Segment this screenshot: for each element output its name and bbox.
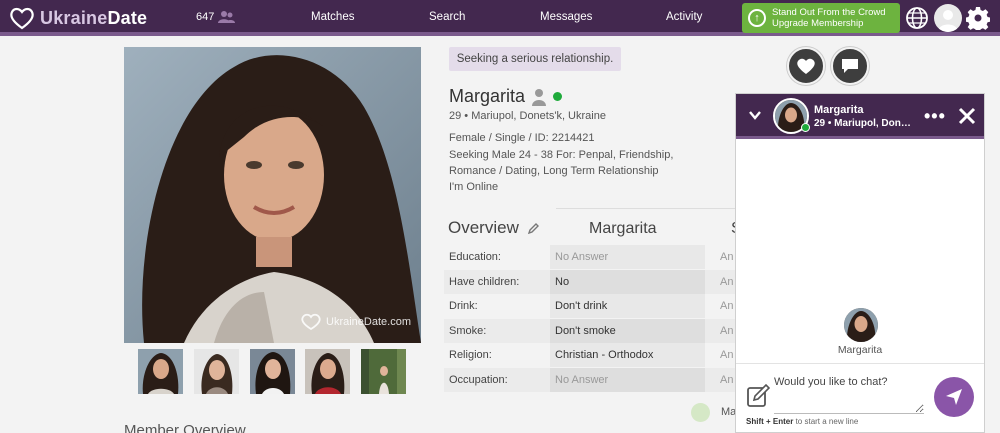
profile-seeking-line2: Romance / Dating, Long Term Relationship [449,165,659,177]
overview-value: No [550,270,705,294]
chat-hint: Shift + Enter to start a new line [746,417,858,426]
chat-hint-keys: Shift + Enter [746,417,794,426]
chat-online-dot [801,123,810,132]
profile-status: I'm Online [449,181,499,193]
overview-value: No Answer [550,368,705,392]
overview-label: Drink: [449,300,478,312]
chat-body-name: Margarita [837,344,883,356]
photo-thumbnail[interactable] [194,349,239,394]
user-avatar[interactable] [934,4,962,32]
chat-body-avatar [844,308,878,342]
thumbnail-image [361,349,406,394]
profile-location: 29 • Mariupol, Donets'k, Ukraine [449,110,606,122]
overview-value-other: An [720,325,734,337]
heart-icon [797,58,815,74]
overview-label: Education: [449,251,501,263]
thumbnail-image [138,349,183,394]
profile-name: Margarita [449,86,563,107]
gear-icon[interactable] [966,6,990,30]
photo-thumbnail[interactable] [250,349,295,394]
overview-row: Drink: Don't drink An [444,294,740,318]
nav-messages[interactable]: Messages [540,11,592,23]
overview-title-text: Overview [448,218,519,237]
globe-icon[interactable] [905,6,929,30]
overview-row: Education: No Answer An [444,245,740,269]
upgrade-title: Stand Out From the Crowd [772,7,886,18]
portrait-image [124,47,421,343]
chat-hint-text: to start a new line [795,417,859,426]
upgrade-subtitle: Upgrade Membership [772,18,864,29]
overview-value-other: An [720,374,734,386]
overview-row: Smoke: Don't smoke An [444,319,740,343]
photo-watermark: UkraineDate.com [300,313,411,331]
person-icon[interactable] [531,88,547,106]
overview-value-other: An [720,251,734,263]
chevron-down-icon[interactable] [748,108,762,122]
overview-row: Religion: Christian - Orthodox An [444,343,740,367]
chat-bubble-icon [842,59,858,73]
photo-thumbnail[interactable] [361,349,406,394]
photo-thumbnail[interactable] [138,349,183,394]
online-count[interactable]: 647 [196,10,236,24]
overview-label: Have children: [449,276,520,288]
chat-separator [736,363,984,364]
overview-value-other: An [720,300,734,312]
chat-name: Margarita [814,104,864,116]
profile-name-text: Margarita [449,86,526,106]
overview-divider [556,208,736,209]
arrow-up-icon: ↑ [748,9,766,27]
nav-matches[interactable]: Matches [311,11,354,23]
chat-panel: Margarita 29 • Mariupol, Donets'k, Ukrai… [735,93,985,433]
match-legend-text: Ma [721,406,737,418]
chat-location: 29 • Mariupol, Donets'k, Ukraine [814,118,914,129]
overview-value: Christian - Orthodox [550,343,705,367]
overview-row: Have children: No An [444,270,740,294]
overview-value-other: An [720,276,734,288]
photo-thumbnail[interactable] [305,349,350,394]
chat-message-input[interactable] [774,374,924,414]
heart-logo-icon [10,7,34,30]
overview-label: Occupation: [449,374,508,386]
send-icon [946,389,962,405]
thumbnail-image [305,349,350,394]
users-icon [218,11,236,23]
compose-icon[interactable] [746,384,770,408]
logo[interactable]: UkraineDate [8,4,147,32]
upgrade-membership-button[interactable]: ↑ Stand Out From the Crowd Upgrade Membe… [742,3,900,33]
online-count-value: 647 [196,11,215,23]
chat-header[interactable]: Margarita 29 • Mariupol, Donets'k, Ukrai… [736,94,984,139]
heart-watermark-icon [301,313,321,331]
online-status-dot [553,92,563,101]
profile-details: Female / Single / ID: 2214421 [449,132,595,144]
overview-label: Religion: [449,349,492,361]
member-overview-title: Member Overview [124,422,246,433]
overview-row: Occupation: No Answer An [444,368,740,392]
profile-seeking-line1: Seeking Male 24 - 38 For: Penpal, Friend… [449,149,674,161]
close-icon[interactable] [957,106,977,126]
overview-column-her: Margarita [589,220,657,237]
seeking-badge: Seeking a serious relationship. [449,47,621,71]
main-profile-photo[interactable]: UkraineDate.com [124,47,421,343]
thumbnail-image [250,349,295,394]
nav-search[interactable]: Search [429,11,465,23]
overview-value: Don't drink [550,294,705,318]
chat-body-avatar-image [844,308,878,342]
overview-value: No Answer [550,245,705,269]
match-legend-dot [691,403,710,422]
message-button[interactable] [831,47,869,85]
logo-text: UkraineDate [40,7,148,28]
watermark-text: UkraineDate.com [326,316,411,328]
overview-value: Don't smoke [550,319,705,343]
like-button[interactable] [787,47,825,85]
top-nav-bar: UkraineDate 647 Matches Search Messages … [0,0,1000,36]
thumbnail-image [194,349,239,394]
overview-label: Smoke: [449,325,487,337]
chat-more-button[interactable]: ••• [924,106,946,127]
pencil-icon[interactable] [527,222,540,235]
avatar-placeholder-icon [938,10,958,32]
overview-value-other: An [720,349,734,361]
nav-activity[interactable]: Activity [666,11,702,23]
send-message-button[interactable] [934,377,974,417]
overview-title: Overview [448,218,540,238]
